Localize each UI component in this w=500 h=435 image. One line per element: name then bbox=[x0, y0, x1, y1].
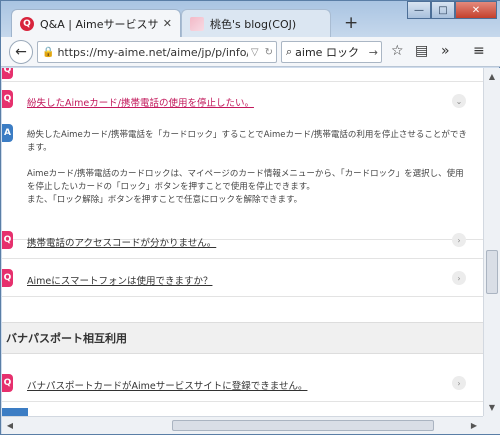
bookmark-star-icon[interactable]: ☆ bbox=[391, 43, 404, 59]
answer-text: 紛失したAimeカード/携帯電話を「カードロック」することでAimeカード/携帯… bbox=[27, 129, 472, 220]
blog-favicon-icon bbox=[190, 16, 204, 31]
scroll-thumb[interactable] bbox=[172, 420, 434, 431]
tab-blog[interactable]: 桃色's blog(COJ) bbox=[181, 9, 331, 37]
question-badge: Q bbox=[2, 68, 13, 79]
tab-title: 桃色's blog(COJ) bbox=[210, 17, 297, 31]
question-badge: Q bbox=[2, 374, 13, 392]
search-query: aime ロック bbox=[295, 46, 359, 59]
navigation-bar: ← 🔒 https://my-aime.net/aime/jp/p/info/f… bbox=[1, 37, 500, 67]
faq-item[interactable]: Q 携帯電話のアクセスコードが分かりません。 › bbox=[2, 221, 483, 259]
aime-favicon-icon: Q bbox=[20, 16, 34, 31]
vertical-scrollbar[interactable]: ▲ ▼ bbox=[483, 68, 500, 416]
back-button[interactable]: ← bbox=[9, 40, 33, 64]
overflow-chevron-icon[interactable]: » bbox=[441, 43, 450, 59]
lock-icon: 🔒 bbox=[42, 46, 55, 58]
tab-title: Q&A | Aimeサービスサ… bbox=[40, 17, 159, 31]
question-link[interactable]: Aimeにスマートフォンは使用できますか？ bbox=[27, 273, 212, 287]
reading-list-icon[interactable]: ▤ bbox=[415, 43, 428, 59]
horizontal-scrollbar[interactable]: ◀ ▶ bbox=[2, 416, 483, 434]
menu-icon[interactable]: ≡ bbox=[473, 43, 485, 59]
answer-badge: A bbox=[2, 124, 13, 142]
scroll-corner bbox=[483, 416, 500, 434]
search-bar[interactable]: ⌕ aime ロック → bbox=[281, 41, 382, 63]
search-icon: ⌕ bbox=[286, 45, 293, 58]
browser-window: Q Q&A | Aimeサービスサ… ✕ 桃色's blog(COJ) + — … bbox=[0, 0, 500, 435]
section-heading: バナパスポート相互利用 bbox=[2, 322, 483, 354]
maximize-button[interactable]: □ bbox=[431, 1, 455, 19]
address-bar[interactable]: 🔒 https://my-aime.net/aime/jp/p/info/faq… bbox=[37, 41, 277, 63]
scroll-right-icon[interactable]: ▶ bbox=[466, 417, 482, 434]
close-tab-icon[interactable]: ✕ bbox=[163, 17, 172, 30]
tab-aime-faq[interactable]: Q Q&A | Aimeサービスサ… ✕ bbox=[11, 9, 181, 37]
dropdown-icon[interactable]: ▽ bbox=[251, 47, 259, 58]
chevron-right-icon[interactable]: › bbox=[452, 233, 466, 247]
answer-paragraph: Aimeカード/携帯電話のカードロックは、マイページのカード情報メニューから、「… bbox=[27, 169, 464, 205]
scroll-thumb[interactable] bbox=[486, 250, 498, 294]
chevron-right-icon[interactable]: › bbox=[452, 376, 466, 390]
question-badge: Q bbox=[2, 90, 13, 108]
question-link[interactable]: 紛失したAimeカード/携帯電話の使用を停止したい。 bbox=[27, 95, 254, 109]
answer-badge-partial bbox=[2, 408, 28, 416]
question-badge: Q bbox=[2, 269, 13, 287]
new-tab-button[interactable]: + bbox=[344, 13, 358, 33]
minimize-button[interactable]: — bbox=[407, 1, 431, 19]
faq-item[interactable]: Q バナパスポートカードがAimeサービスサイトに登録できません。 › bbox=[2, 366, 483, 402]
chevron-down-icon[interactable]: ⌄ bbox=[452, 94, 466, 108]
url-text: https://my-aime.net/aime/jp/p/info/faq.h… bbox=[57, 45, 248, 59]
scroll-left-icon[interactable]: ◀ bbox=[2, 417, 18, 434]
go-arrow-icon[interactable]: → bbox=[369, 46, 378, 59]
window-controls: — □ ✕ bbox=[407, 1, 497, 19]
question-badge: Q bbox=[2, 231, 13, 249]
question-link[interactable]: バナパスポートカードがAimeサービスサイトに登録できません。 bbox=[27, 378, 307, 392]
close-window-button[interactable]: ✕ bbox=[455, 1, 497, 19]
faq-row-partial bbox=[2, 402, 483, 416]
faq-row-partial: Q bbox=[2, 68, 483, 82]
page-content: Q Q 紛失したAimeカード/携帯電話の使用を停止したい。 ⌄ A 紛失したA… bbox=[2, 68, 483, 416]
faq-item[interactable]: Q Aimeにスマートフォンは使用できますか？ › bbox=[2, 259, 483, 297]
reload-icon[interactable]: ↻ bbox=[265, 47, 273, 58]
faq-item-open: Q 紛失したAimeカード/携帯電話の使用を停止したい。 ⌄ A 紛失したAim… bbox=[2, 82, 483, 240]
scroll-down-icon[interactable]: ▼ bbox=[484, 399, 500, 415]
question-link[interactable]: 携帯電話のアクセスコードが分かりません。 bbox=[27, 235, 216, 249]
scroll-up-icon[interactable]: ▲ bbox=[484, 68, 500, 84]
answer-paragraph: 紛失したAimeカード/携帯電話を「カードロック」することでAimeカード/携帯… bbox=[27, 130, 467, 153]
tab-strip: Q Q&A | Aimeサービスサ… ✕ 桃色's blog(COJ) + — … bbox=[1, 1, 500, 37]
chevron-right-icon[interactable]: › bbox=[452, 271, 466, 285]
